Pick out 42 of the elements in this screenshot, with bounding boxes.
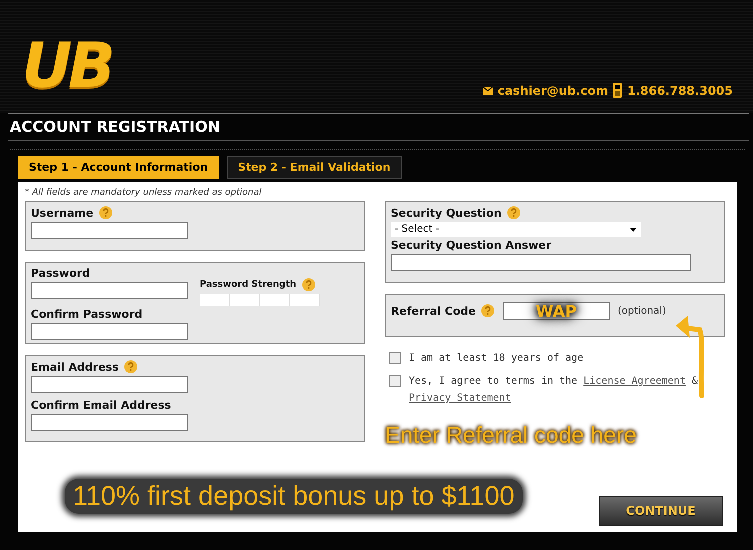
terms-link[interactable]: Privacy Statement (409, 393, 512, 404)
checkbox[interactable] (389, 375, 401, 387)
security-answer-label: Security Question Answer (391, 239, 553, 252)
confirm-email-field[interactable] (31, 414, 188, 431)
security-question-select[interactable]: - Select - (391, 222, 641, 237)
phone-icon (613, 83, 622, 98)
mandatory-note: * All fields are mandatory unless marked as optional (25, 188, 263, 198)
username-label: Username (31, 206, 94, 220)
envelope-icon (482, 86, 493, 94)
security-question-label: Security Question (391, 206, 502, 220)
checkbox-label: Yes, I agree to terms in the License Agreement & Privacy Statement (409, 375, 699, 406)
help-icon[interactable] (98, 206, 113, 220)
referral-value: WAP (536, 302, 578, 320)
terms-link[interactable]: License Agreement (584, 376, 686, 387)
help-icon[interactable] (506, 206, 521, 220)
referral-label: Referral Code (391, 304, 476, 318)
password-label: Password (31, 267, 92, 280)
confirm-email-label: Confirm Email Address (31, 399, 172, 412)
logo: UB (22, 35, 112, 97)
confirm-password-label: Confirm Password (31, 308, 144, 321)
security-answer-field[interactable] (391, 254, 691, 271)
help-icon[interactable] (481, 304, 496, 318)
contact-phone: 1.866.788.3005 (627, 84, 733, 98)
page-title: ACCOUNT REGISTRATION (8, 113, 749, 141)
step-tab[interactable]: Step 2 - Email Validation (227, 156, 402, 179)
step-tab[interactable]: Step 1 - Account Information (18, 156, 220, 179)
caret-icon (630, 228, 637, 232)
confirm-password-field[interactable] (31, 323, 188, 340)
annotation-text: Enter Referral code here (385, 422, 637, 449)
email-field[interactable] (31, 376, 188, 393)
username-field[interactable] (31, 222, 188, 239)
checkbox-label: I am at least 18 years of age (409, 352, 585, 366)
checkbox[interactable] (389, 352, 401, 364)
bonus-text: 110% first deposit bonus up to $1100 (65, 479, 523, 514)
help-icon[interactable] (302, 278, 316, 292)
help-icon[interactable] (124, 360, 138, 374)
continue-button[interactable]: CONTINUE (599, 496, 723, 526)
contact-email: cashier@ub.com (498, 84, 608, 98)
strength-label: Password Strength (200, 280, 297, 290)
email-label: Email Address (31, 360, 120, 374)
password-field[interactable] (31, 282, 188, 299)
optional-label: (optional) (618, 306, 666, 316)
